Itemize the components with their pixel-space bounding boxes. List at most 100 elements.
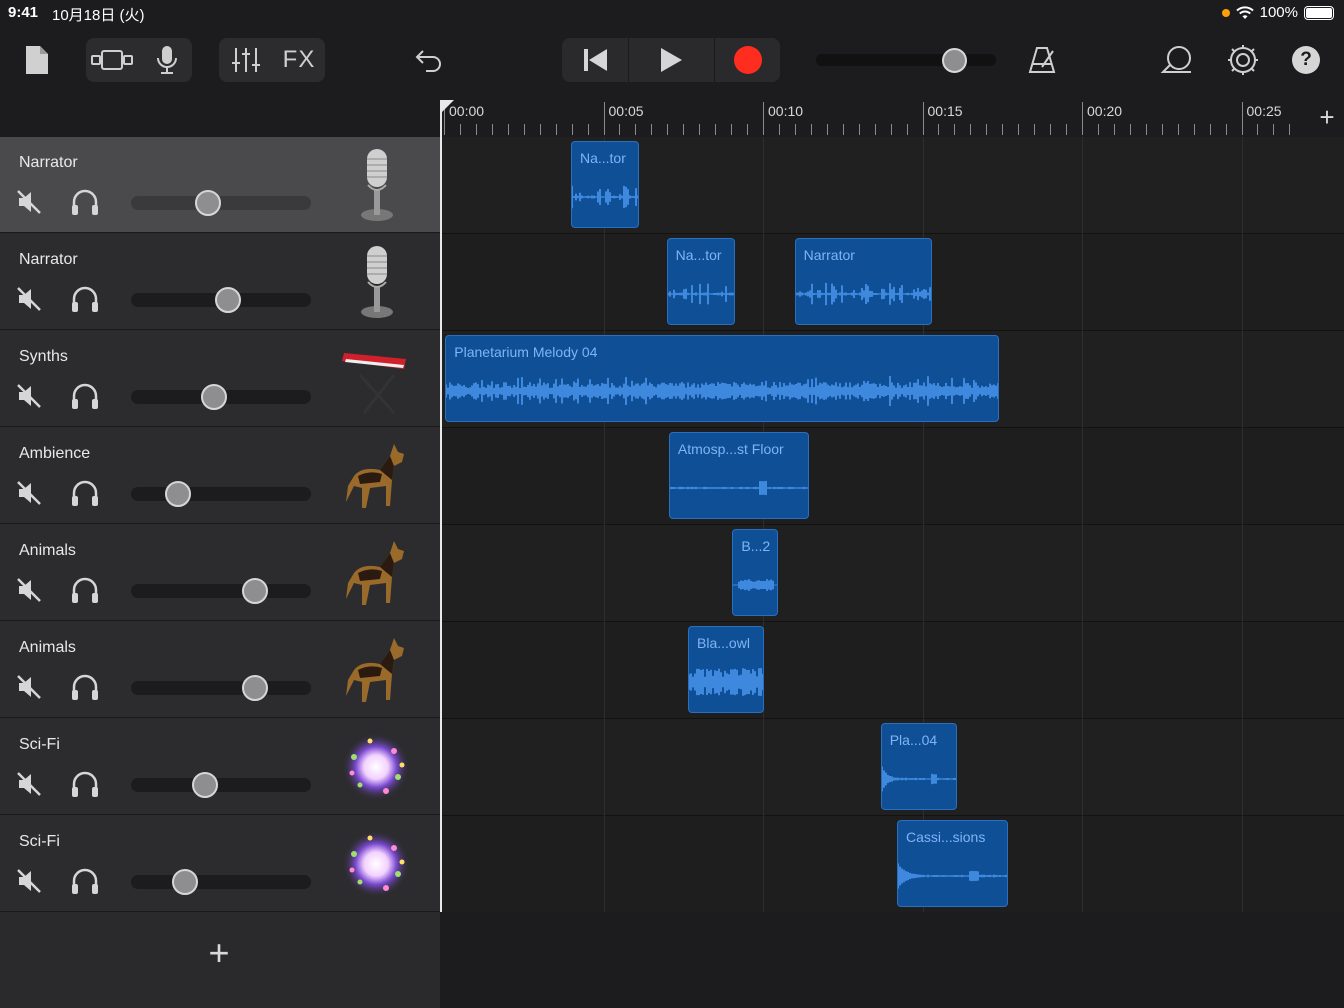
keyboard-icon[interactable] (340, 339, 412, 419)
sparkle-icon[interactable] (340, 824, 412, 904)
sparkle-icon[interactable] (340, 727, 412, 807)
mute-icon[interactable] (16, 674, 42, 700)
track-volume-slider[interactable] (131, 584, 311, 598)
fx-button[interactable]: FX (276, 40, 322, 80)
ruler-minor-tick (906, 124, 908, 135)
headphones-icon[interactable] (70, 187, 100, 217)
ruler-time-label: 00:15 (927, 103, 963, 119)
headphones-icon[interactable] (70, 866, 100, 896)
view-toggle-icon[interactable] (88, 40, 136, 80)
document-icon[interactable] (22, 42, 52, 78)
audio-region[interactable]: Cassi...sions (896, 820, 1009, 907)
audio-region[interactable]: Atmosp...st Floor (668, 432, 809, 519)
add-section-button[interactable]: + (1314, 104, 1340, 130)
track-volume-knob[interactable] (172, 869, 198, 895)
track-volume-knob[interactable] (215, 287, 242, 313)
mute-icon[interactable] (16, 577, 42, 603)
track-header[interactable]: Animals (0, 525, 440, 621)
track-volume-slider[interactable] (131, 875, 311, 889)
ruler-minor-tick (858, 124, 860, 135)
master-volume-slider[interactable] (816, 54, 996, 66)
audio-region[interactable]: Na...tor (666, 238, 736, 325)
track-name: Sci-Fi (19, 736, 60, 753)
ruler-minor-tick (699, 124, 701, 135)
settings-icon[interactable] (1222, 40, 1264, 80)
timeline-ruler[interactable]: 00:00 00:05 00:10 00:15 00:20 00:25 (440, 100, 1310, 137)
ruler-minor-tick (1050, 124, 1052, 135)
play-icon[interactable] (646, 40, 696, 80)
ruler-minor-tick (794, 124, 796, 135)
mixer-icon[interactable] (224, 40, 268, 80)
mute-icon[interactable] (16, 383, 42, 409)
track-volume-slider[interactable] (131, 487, 311, 501)
waveform (733, 579, 777, 591)
microphone-icon[interactable] (146, 40, 188, 80)
region-name: B...2 (741, 538, 771, 554)
track-header[interactable]: Ambience (0, 428, 440, 524)
headphones-icon[interactable] (70, 381, 100, 411)
microphone-icon[interactable] (340, 145, 412, 225)
track-volume-knob[interactable] (242, 578, 269, 604)
headphones-icon[interactable] (70, 575, 100, 605)
track-header[interactable]: Synths (0, 331, 440, 427)
audio-region[interactable]: Planetarium Melody 04 (445, 335, 1000, 422)
track-lane[interactable] (440, 428, 1344, 525)
mute-icon[interactable] (16, 868, 42, 894)
track-volume-knob[interactable] (200, 384, 227, 410)
audio-region[interactable]: Narrator (794, 238, 933, 325)
add-track-button[interactable]: + (204, 935, 234, 971)
dog-icon[interactable] (340, 630, 412, 710)
mute-icon[interactable] (16, 286, 42, 312)
track-volume-slider[interactable] (131, 681, 311, 695)
region-name: Atmosp...st Floor (677, 441, 784, 457)
track-name: Animals (19, 639, 76, 656)
record-icon[interactable] (722, 40, 774, 80)
playhead[interactable] (440, 100, 442, 912)
ruler-minor-tick (1193, 124, 1195, 135)
headphones-icon[interactable] (70, 769, 100, 799)
mute-icon[interactable] (16, 480, 42, 506)
ruler-minor-tick (842, 124, 844, 135)
track-header[interactable]: Narrator (0, 137, 440, 233)
dog-icon[interactable] (340, 436, 412, 516)
track-header[interactable]: Sci-Fi (0, 719, 440, 815)
audio-region[interactable]: B...2 (732, 529, 778, 616)
mute-icon[interactable] (16, 771, 42, 797)
headphones-icon[interactable] (70, 672, 100, 702)
track-lane[interactable] (440, 816, 1344, 913)
track-name: Sci-Fi (19, 833, 60, 850)
headphones-icon[interactable] (70, 478, 100, 508)
mute-icon[interactable] (16, 189, 42, 215)
rewind-icon[interactable] (570, 40, 620, 80)
track-volume-knob[interactable] (191, 772, 218, 798)
audio-region[interactable]: Na...tor (570, 141, 639, 228)
metronome-icon[interactable] (1022, 40, 1062, 80)
ruler-minor-tick (890, 124, 892, 135)
microphone-icon[interactable] (340, 242, 412, 322)
track-volume-knob[interactable] (164, 481, 191, 507)
master-volume-knob[interactable] (942, 48, 967, 73)
track-header[interactable]: Sci-Fi (0, 816, 440, 912)
dog-icon[interactable] (340, 533, 412, 613)
track-lane[interactable] (440, 622, 1344, 719)
undo-icon[interactable] (410, 42, 448, 78)
ruler-minor-tick (587, 124, 589, 135)
track-volume-knob[interactable] (195, 190, 222, 216)
track-header[interactable]: Narrator (0, 234, 440, 330)
help-icon[interactable]: ? (1288, 42, 1324, 78)
ruler-minor-tick (1145, 124, 1147, 135)
ruler-minor-tick (1129, 124, 1131, 135)
timeline-gridline (603, 137, 605, 912)
waveform (881, 766, 957, 792)
track-volume-knob[interactable] (242, 675, 269, 701)
ruler-minor-tick (1002, 124, 1004, 135)
playhead-handle[interactable] (440, 100, 454, 114)
headphones-icon[interactable] (70, 284, 100, 314)
track-volume-slider[interactable] (131, 778, 311, 792)
track-lane[interactable] (440, 525, 1344, 622)
track-lanes[interactable]: Na...tor Na...tor Narrator Planetarium Melo… (440, 137, 1344, 913)
audio-region[interactable]: Pla...04 (880, 723, 958, 810)
audio-region[interactable]: Bla...owl (688, 626, 764, 713)
track-header[interactable]: Animals (0, 622, 440, 718)
loop-icon[interactable] (1156, 40, 1198, 80)
